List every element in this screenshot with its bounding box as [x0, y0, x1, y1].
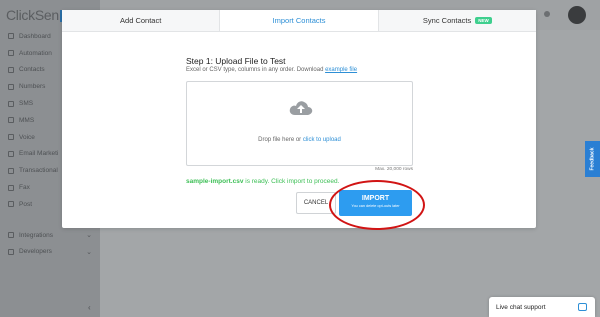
step-subtitle: Excel or CSV type, columns in any order.…: [186, 67, 358, 73]
step-title: Step 1: Upload File to Test: [186, 56, 286, 66]
tab-sync-contacts[interactable]: Sync Contacts NEW: [378, 10, 536, 31]
mms-icon: [8, 117, 14, 124]
live-chat-widget[interactable]: Live chat support: [489, 297, 595, 317]
file-dropzone[interactable]: Drop file here or click to upload: [186, 81, 413, 166]
chevron-down-icon: ⌄: [86, 232, 92, 240]
dropzone-text: Drop file here or click to upload: [258, 137, 341, 143]
post-icon: [8, 201, 14, 208]
import-button-sublabel: You can delete opt-outs later: [351, 204, 400, 208]
contacts-icon: [8, 66, 14, 73]
integrations-icon: [8, 232, 14, 239]
import-button[interactable]: IMPORT You can delete opt-outs later: [339, 190, 412, 216]
settings-icon[interactable]: [544, 11, 550, 17]
developers-icon: [8, 248, 14, 255]
live-chat-label: Live chat support: [496, 303, 546, 311]
cancel-button[interactable]: CANCEL: [296, 192, 336, 214]
import-contacts-modal: Add Contact Import Contacts Sync Contact…: [62, 10, 536, 230]
fax-icon: [8, 184, 14, 191]
collapse-sidebar-icon[interactable]: ‹: [88, 303, 91, 312]
tab-add-contact[interactable]: Add Contact: [62, 10, 221, 31]
cloud-upload-icon: [289, 101, 313, 115]
max-rows-note: Max. 20,000 rows: [375, 167, 413, 172]
sidebar-item-integrations[interactable]: Integrations ⌄: [0, 227, 100, 244]
click-to-upload-link[interactable]: click to upload: [303, 137, 341, 143]
numbers-icon: [8, 83, 14, 90]
tab-import-contacts[interactable]: Import Contacts: [220, 10, 379, 31]
chevron-down-icon: ⌄: [86, 248, 92, 256]
sms-icon: [8, 100, 14, 107]
email-icon: [8, 150, 14, 157]
new-badge: NEW: [475, 17, 492, 24]
import-button-label: IMPORT: [361, 195, 390, 202]
voice-icon: [8, 134, 14, 141]
modal-tabs: Add Contact Import Contacts Sync Contact…: [62, 10, 536, 32]
file-ready-status: sample-import.csv is ready. Click import…: [186, 178, 340, 185]
chat-bubble-icon: [578, 303, 587, 311]
ready-filename: sample-import.csv: [186, 178, 244, 185]
automation-icon: [8, 50, 14, 57]
avatar[interactable]: [568, 6, 586, 24]
transactional-icon: [8, 167, 14, 174]
dashboard-icon: [8, 33, 14, 40]
sidebar-item-developers[interactable]: Developers ⌄: [0, 244, 100, 261]
feedback-tab[interactable]: Feedback: [585, 141, 600, 177]
example-file-link[interactable]: example file: [325, 67, 357, 73]
